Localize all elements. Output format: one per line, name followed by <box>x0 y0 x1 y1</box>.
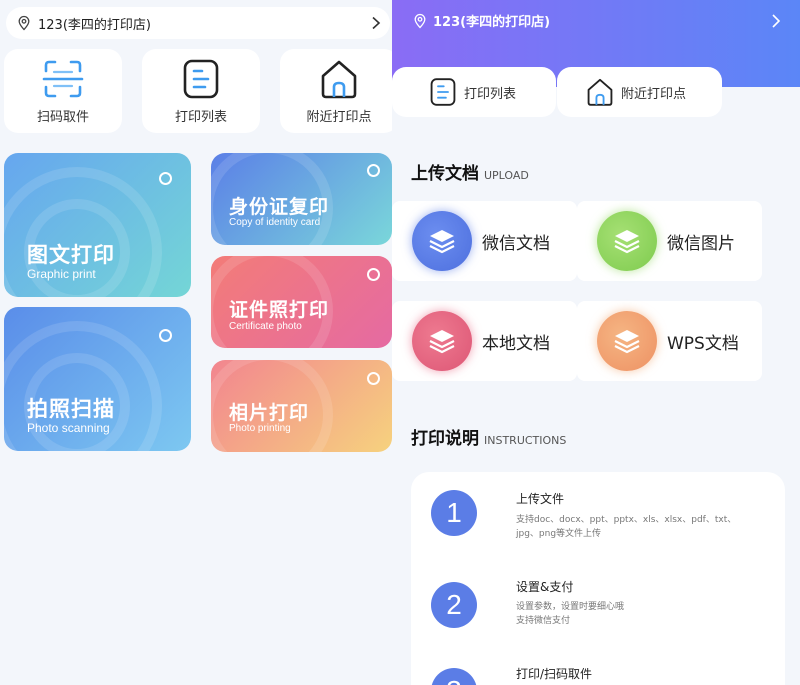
store-name[interactable]: 123(李四的打印店) <box>433 11 550 30</box>
scan-pickup-button[interactable]: 扫码取件 <box>4 49 122 133</box>
section-title: 打印说明 <box>411 429 479 449</box>
step-description-line: 设置参数，设置时要细心哦 <box>516 602 625 612</box>
nearby-print-button[interactable]: 附近打印点 <box>557 67 722 117</box>
card-title: 拍照扫描 <box>27 397 115 421</box>
home-location-icon <box>321 60 357 99</box>
upload-item-label: 本地文档 <box>482 333 550 354</box>
layers-icon <box>412 311 472 371</box>
section-subtitle: INSTRUCTIONS <box>484 434 567 447</box>
step-title: 上传文件 <box>516 492 565 506</box>
store-location-bar[interactable]: 123(李四的打印店) <box>6 7 390 39</box>
photo-scan-card[interactable]: 拍照扫描 Photo scanning <box>4 307 191 451</box>
layers-icon <box>597 211 657 271</box>
wechat-document-button[interactable]: 微信文档 <box>392 201 577 281</box>
photo-print-card[interactable]: 相片打印 Photo printing <box>211 360 392 452</box>
id-card-copy-card[interactable]: 身份证复印 Copy of identity card <box>211 153 392 245</box>
card-title: 身份证复印 <box>229 196 330 218</box>
print-list-label: 打印列表 <box>174 110 227 125</box>
chevron-right-icon[interactable] <box>770 13 782 29</box>
location-pin-icon <box>18 15 30 31</box>
graphic-print-card[interactable]: 图文打印 Graphic print <box>4 153 191 297</box>
upload-panel: 123(李四的打印店) 打印列表 附近打印点 上传文档 UPLOAD 微信文档 … <box>392 0 800 685</box>
nearby-print-label: 附近打印点 <box>621 86 687 102</box>
radio-dot <box>159 329 172 342</box>
local-document-button[interactable]: 本地文档 <box>392 301 577 381</box>
radio-dot <box>367 372 380 385</box>
card-title: 证件照打印 <box>229 299 330 321</box>
nearby-print-label: 附近打印点 <box>306 110 372 125</box>
step-description-line: jpg、png等文件上传 <box>516 529 602 539</box>
card-subtitle: Copy of identity card <box>229 217 321 228</box>
layers-icon <box>412 211 472 271</box>
scan-icon <box>42 60 84 98</box>
upload-section-header: 上传文档 UPLOAD <box>411 159 529 184</box>
store-name: 123(李四的打印店) <box>38 17 151 33</box>
quick-actions: 扫码取件 打印列表 附近打印点 <box>4 49 392 133</box>
chevron-right-icon <box>372 16 381 30</box>
wps-document-button[interactable]: WPS文档 <box>577 301 762 381</box>
layers-icon <box>597 311 657 371</box>
card-subtitle: Graphic print <box>27 267 96 281</box>
step-number-badge: 3 <box>431 668 477 685</box>
step-title: 打印/扫码取件 <box>516 667 593 681</box>
radio-dot <box>367 164 380 177</box>
step-number-badge: 1 <box>431 490 477 536</box>
home-location-icon <box>587 78 613 106</box>
card-title: 相片打印 <box>229 402 310 424</box>
radio-dot <box>159 172 172 185</box>
step-description: 设置参数，设置时要细心哦 支持微信支付 <box>516 600 756 628</box>
nearby-print-button[interactable]: 附近打印点 <box>280 49 392 133</box>
upload-item-label: 微信图片 <box>667 233 735 254</box>
scan-pickup-label: 扫码取件 <box>36 110 89 125</box>
step-title: 设置&支付 <box>516 580 574 594</box>
card-title: 图文打印 <box>27 243 115 267</box>
list-document-icon <box>183 59 219 99</box>
step-description: 支持doc、docx、ppt、pptx、xls、xlsx、pdf、txt、 jp… <box>516 513 756 541</box>
step-number-badge: 2 <box>431 582 477 628</box>
section-title: 上传文档 <box>411 164 479 184</box>
step-description-line: 支持doc、docx、ppt、pptx、xls、xlsx、pdf、txt、 <box>516 515 737 525</box>
upload-item-label: WPS文档 <box>667 333 739 354</box>
instructions-card: 1 上传文件 支持doc、docx、ppt、pptx、xls、xlsx、pdf、… <box>411 472 785 685</box>
list-document-icon <box>430 78 456 106</box>
certificate-photo-card[interactable]: 证件照打印 Certificate photo <box>211 256 392 348</box>
section-subtitle: UPLOAD <box>484 169 529 182</box>
card-subtitle: Photo printing <box>229 423 291 434</box>
instructions-section-header: 打印说明 INSTRUCTIONS <box>411 424 566 449</box>
step-description-line: 支持微信支付 <box>516 616 571 626</box>
print-list-button[interactable]: 打印列表 <box>392 67 556 117</box>
print-list-label: 打印列表 <box>464 86 517 102</box>
home-panel: 123(李四的打印店) 扫码取件 打印列表 附近打印点 图文打印 Graphic… <box>0 0 392 685</box>
radio-dot <box>367 268 380 281</box>
print-list-button[interactable]: 打印列表 <box>142 49 260 133</box>
upload-item-label: 微信文档 <box>482 233 550 254</box>
card-subtitle: Photo scanning <box>27 421 110 435</box>
card-subtitle: Certificate photo <box>229 321 302 332</box>
location-pin-icon <box>414 13 426 29</box>
wechat-image-button[interactable]: 微信图片 <box>577 201 762 281</box>
